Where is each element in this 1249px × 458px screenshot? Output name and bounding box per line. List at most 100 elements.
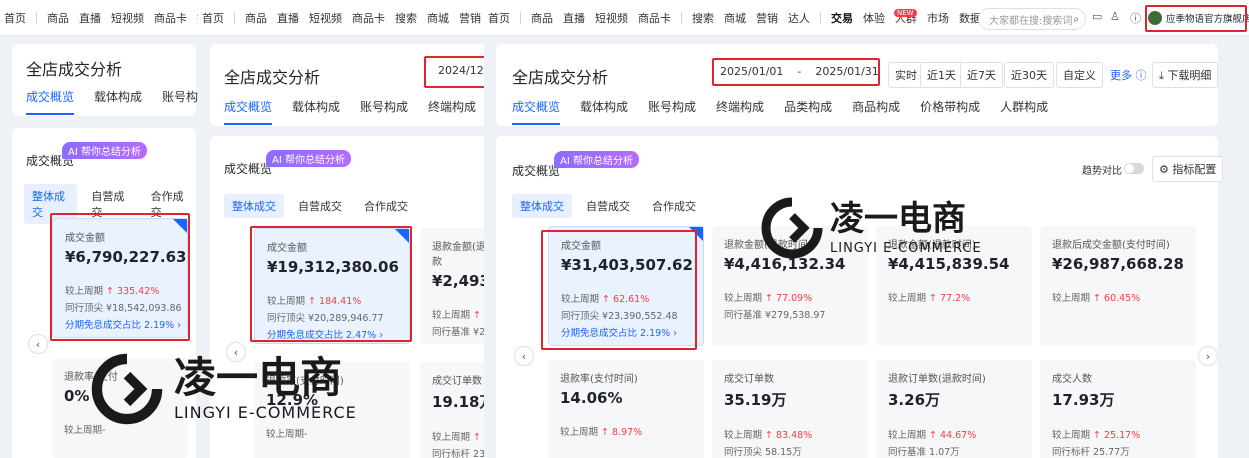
metric-card[interactable]: 退款率(支付时间) 14.06% 较上周期 ↑ 8.97% (548, 360, 704, 458)
nav-item[interactable]: 商品 (47, 10, 69, 26)
date-range[interactable]: 2025/01/01 - 2025/01/31 ▦ (720, 65, 903, 78)
nav-item[interactable]: 首页 (202, 10, 224, 26)
tab-item[interactable]: 载体构成 (94, 88, 142, 115)
nav-item[interactable]: 商品卡 (154, 10, 187, 26)
tab-item[interactable]: 终端构成 (428, 98, 476, 125)
quick-range-button[interactable]: 自定义 (1056, 62, 1103, 88)
metric-value: ¥2,493,72 (432, 272, 490, 290)
tab-item[interactable]: 成交概览 (512, 98, 561, 125)
installment-link[interactable]: 分期免息成交占比 2.19% › (561, 325, 691, 339)
quick-range-button[interactable]: 近1天 (920, 62, 963, 88)
more-button[interactable]: 更多 ⓘ (1104, 63, 1153, 87)
subtab-item[interactable]: 自营成交 (578, 194, 638, 218)
nav-item[interactable]: 营销 (756, 10, 778, 26)
metric-card-gmv[interactable]: 成交金额 ¥6,790,227.63 较上周期 ↑ 335.42% 同行顶尖 ¥… (52, 218, 188, 338)
quick-range-button[interactable]: 实时 (888, 62, 924, 88)
nav-item[interactable]: 直播 (79, 10, 101, 26)
metric-card-refund-rate[interactable]: 退款率(支付时间) 12.9% 较上周期- (254, 362, 410, 458)
metric-card[interactable]: 退款金额(退款时间) ¥4,415,839.54 较上周期 ↑ 77.2% (876, 226, 1032, 346)
metric-value: ¥31,403,507.62 (561, 256, 693, 274)
tab-item[interactable]: 价格带构成 (920, 98, 980, 125)
peer-value: 同行顶尖 ¥20,289,946.77 (267, 313, 384, 324)
scroll-right-button[interactable]: › (1198, 346, 1218, 366)
nav-item[interactable]: 达人 (788, 10, 810, 26)
download-button[interactable]: ⤓ 下载明细 (1152, 62, 1219, 88)
nav-item[interactable]: 商城 (427, 10, 449, 26)
ai-summary-badge[interactable]: AI 帮你总结分析 (62, 142, 147, 159)
trend-compare-toggle[interactable] (1124, 163, 1144, 174)
compare-label: 较上周期 (267, 296, 306, 307)
date-range[interactable]: 2024/12/0 (438, 64, 490, 77)
tab-item[interactable]: 人群构成 (1000, 98, 1048, 125)
nav-item[interactable]: 首页 (4, 10, 26, 26)
installment-link[interactable]: 分期免息成交占比 2.47% › (267, 327, 397, 341)
metric-card[interactable]: 成交人数 17.93万 较上周期 ↑ 25.17% 同行标杆 25.77万 (1040, 360, 1196, 458)
ai-summary-badge[interactable]: AI 帮你总结分析 (554, 151, 639, 168)
tab-item[interactable]: 成交概览 (26, 88, 75, 115)
subtab-item[interactable]: 自营成交 (290, 194, 350, 218)
nav-item[interactable]: 商品 (245, 10, 267, 26)
scroll-left-button[interactable]: ‹ (28, 334, 48, 354)
tab-item[interactable]: 载体构成 (580, 98, 628, 125)
metric-card[interactable]: 退款后成交金额(支付时间) ¥26,987,668.28 较上周期 ↑ 60.45% (1040, 226, 1196, 346)
search-input[interactable]: 大家都在搜:搜索词 ⌕ (978, 8, 1086, 30)
tab-item[interactable]: 终端构成 (716, 98, 764, 125)
shop-avatar (1148, 11, 1162, 25)
message-icon[interactable]: ▭ (1092, 10, 1102, 23)
nav-item[interactable]: 商品卡 (638, 10, 671, 26)
tab-item[interactable]: 成交概览 (224, 98, 273, 125)
search-icon[interactable]: ⌕ (1073, 14, 1079, 25)
tab-item[interactable]: 账号构成 (360, 98, 408, 125)
nav-item[interactable]: 搜索 (395, 10, 417, 26)
info-icon[interactable]: ⓘ (1130, 10, 1141, 26)
nav-item[interactable]: 短视频 (111, 10, 144, 26)
metric-card-refund-rate[interactable]: 退款率(支付 0% 较上周期- (52, 358, 188, 458)
metric-card-orders[interactable]: 成交订单数 19.18万 较上周期 ↑ 10 同行标杆 23. (420, 362, 490, 458)
metric-card-refund[interactable]: 退款金额(退款 ¥2,493,72 较上周期 ↑ 21 同行基准 ¥2 (420, 228, 490, 344)
tab-item[interactable]: 品类构成 (784, 98, 832, 125)
user-icon[interactable]: ♙ (1110, 10, 1120, 23)
nav-item[interactable]: 商品 (531, 10, 553, 26)
nav-item[interactable]: 交易 (831, 10, 853, 26)
metric-card[interactable]: 退款金额(退款时间) ¥4,416,132.34 较上周期 ↑ 77.09% 同行基准… (712, 226, 868, 346)
metric-config-button[interactable]: ⚙ 指标配置 (1152, 156, 1224, 182)
compare-value: ↑ 62.61% (602, 294, 650, 305)
nav-item[interactable]: 商品卡 (352, 10, 385, 26)
scroll-left-button[interactable]: ‹ (226, 342, 246, 362)
subtab-item[interactable]: 合作成交 (356, 194, 416, 218)
tab-item[interactable]: 载体构成 (292, 98, 340, 125)
nav-item[interactable]: 搜索 (692, 10, 714, 26)
nav-item[interactable]: 首页 (488, 10, 510, 26)
nav-item[interactable]: 营销 (459, 10, 481, 26)
ai-summary-badge[interactable]: AI 帮你总结分析 (266, 150, 351, 167)
quick-range-button[interactable]: 近30天 (1004, 62, 1054, 88)
date-start[interactable]: 2024/12/0 (438, 64, 490, 77)
compare-value: ↑ 335.42% (106, 286, 160, 297)
date-start[interactable]: 2025/01/01 (720, 65, 783, 78)
metric-label: 成交人数 (1052, 374, 1092, 385)
subtab-item[interactable]: 整体成交 (224, 194, 284, 218)
quick-range-button[interactable]: 近7天 (960, 62, 1003, 88)
metric-card[interactable]: 成交金额 ¥31,403,507.62 较上周期 ↑ 62.61% 同行顶尖 ¥23,… (548, 226, 704, 346)
shop-name: 应季物语官方旗舰店 (1166, 14, 1249, 25)
subtab-item[interactable]: 整体成交 (512, 194, 572, 218)
metric-card-gmv[interactable]: 成交金额 ¥19,312,380.06 较上周期 ↑ 184.41% 同行顶尖 … (254, 228, 410, 344)
metric-value: 14.06% (560, 389, 623, 407)
nav-item[interactable]: 体验 (863, 10, 885, 26)
tab-item[interactable]: 账号构成 (648, 98, 696, 125)
subtab-item[interactable]: 合作成交 (644, 194, 704, 218)
metric-card[interactable]: 成交订单数 35.19万 较上周期 ↑ 83.48% 同行顶尖 58.15万 (712, 360, 868, 458)
shop-switcher[interactable]: 应季物语官方旗舰店 (1148, 7, 1249, 29)
scroll-left-button[interactable]: ‹ (514, 346, 534, 366)
nav-item[interactable]: 直播 (563, 10, 585, 26)
nav-item[interactable]: 短视频 (309, 10, 342, 26)
metric-card[interactable]: 退款订单数(退款时间) 3.26万 较上周期 ↑ 44.67% 同行基准 1.07万 (876, 360, 1032, 458)
date-end[interactable]: 2025/01/31 (815, 65, 878, 78)
nav-item[interactable]: 短视频 (595, 10, 628, 26)
nav-item[interactable]: 商城 (724, 10, 746, 26)
installment-link[interactable]: 分期免息成交占比 2.19% › (65, 317, 181, 331)
tab-item[interactable]: 账号构成 (162, 88, 198, 115)
tab-item[interactable]: 商品构成 (852, 98, 900, 125)
nav-item[interactable]: 直播 (277, 10, 299, 26)
nav-item[interactable]: 市场 (927, 10, 949, 26)
